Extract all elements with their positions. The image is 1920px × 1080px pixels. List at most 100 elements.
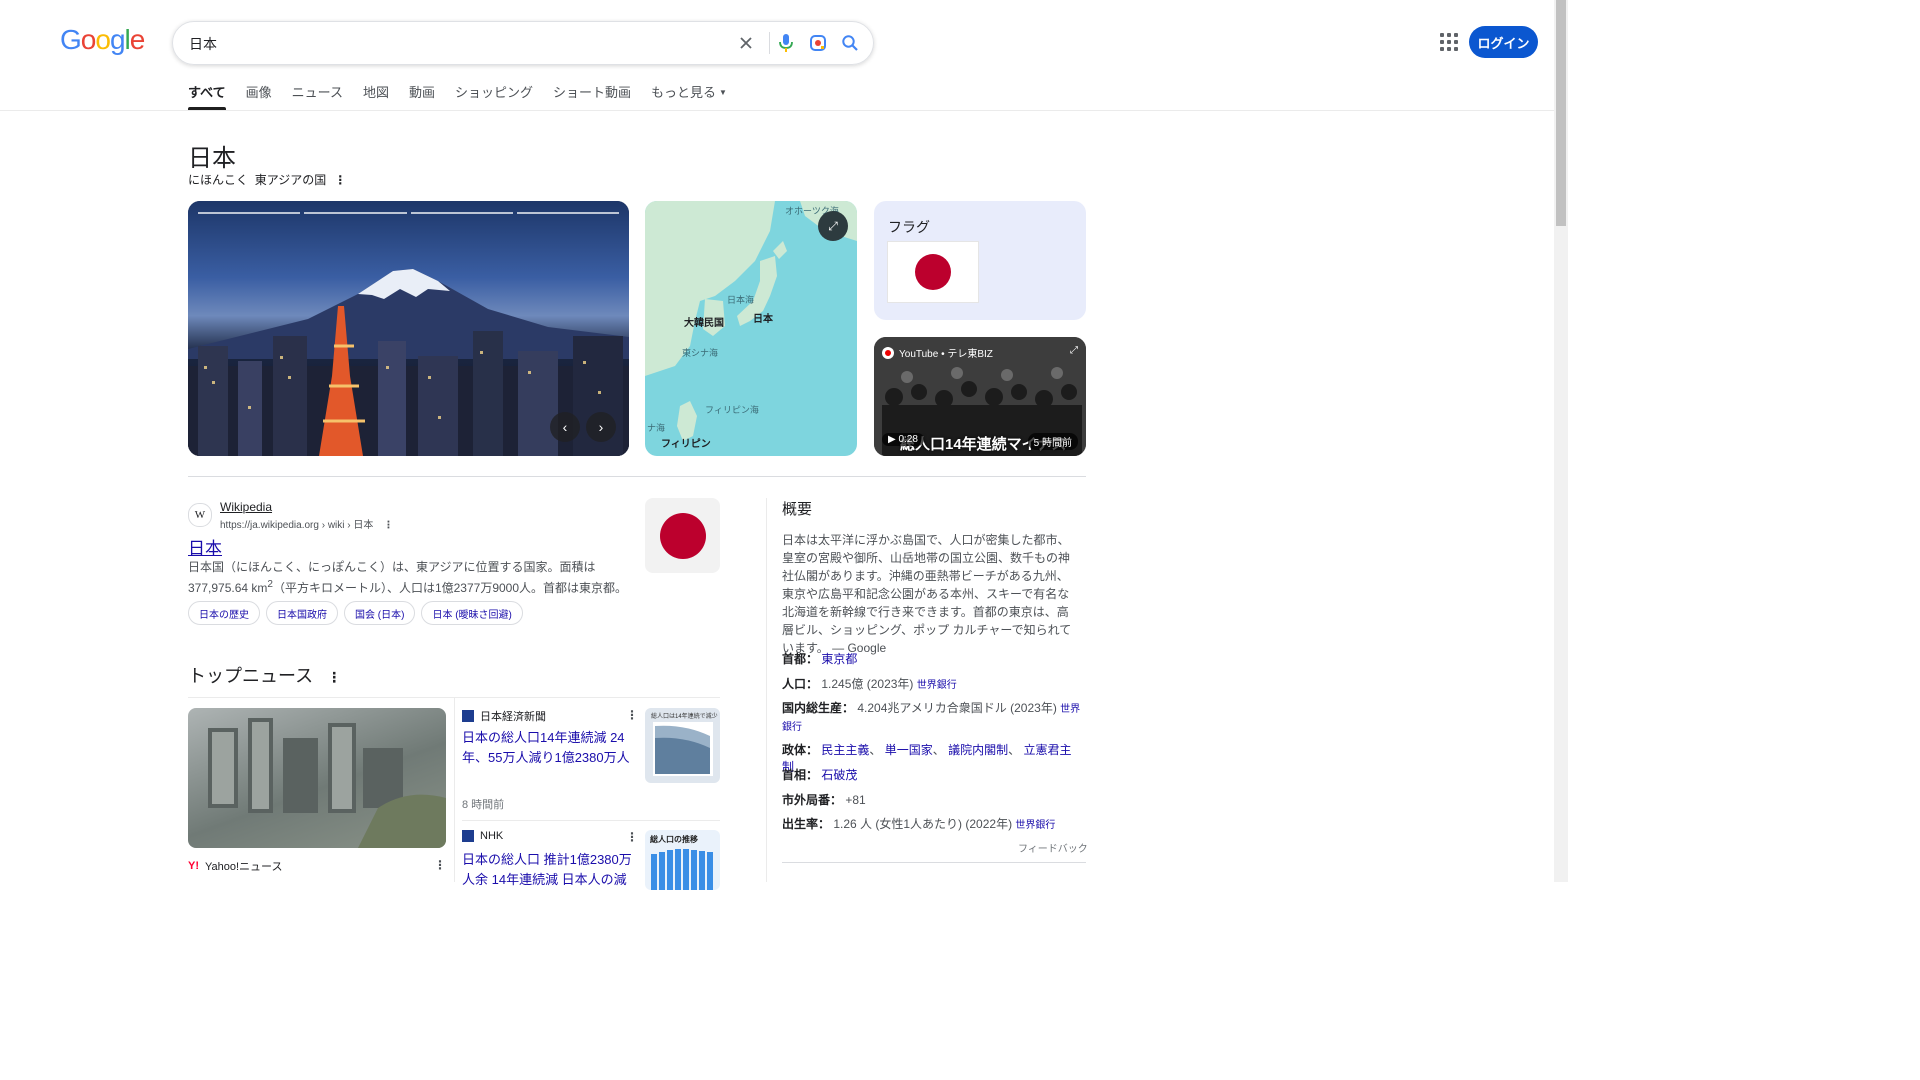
news-thumbnail[interactable]: 総人口の推移	[645, 830, 720, 890]
clear-icon[interactable]	[735, 32, 757, 54]
search-tabs: すべて 画像 ニュース 地図 動画 ショッピング ショート動画 もっと見る ▼	[188, 82, 747, 110]
thumb-chart-title: 総人口は14年連続で減少	[651, 714, 718, 720]
result-site-name[interactable]: Wikipedia	[220, 500, 272, 514]
news-title[interactable]: 日本の総人口 推計1億2380万人余 14年連続減 日本人の減	[462, 850, 634, 890]
map-label-japan: 日本	[753, 314, 773, 325]
kp-fact-link[interactable]: 単一国家	[885, 743, 933, 757]
result-url: https://ja.wikipedia.org › wiki › 日本 ⋮	[220, 516, 393, 531]
kp-fact-value: +81	[845, 793, 866, 807]
more-vert-icon[interactable]: ⋮	[383, 520, 393, 531]
kp-fact-capital: 首都： 東京都	[782, 651, 1082, 668]
kp-description: 日本は太平洋に浮かぶ島国で、人口が密集した都市、皇室の宮殿や御所、山岳地帯の国立…	[782, 533, 1072, 655]
flag-card-title: フラグ	[888, 219, 930, 235]
news-big-image[interactable]	[188, 708, 446, 848]
news-thumbnail[interactable]: 総人口は14年連続で減少	[645, 708, 720, 783]
search-box[interactable]: 日本	[172, 21, 874, 65]
kp-fact-link[interactable]: 石破茂	[821, 768, 857, 782]
kp-fact-source[interactable]: 世界銀行	[1015, 820, 1055, 831]
search-input[interactable]: 日本	[189, 34, 217, 54]
tab-news[interactable]: ニュース	[292, 82, 343, 108]
result-snippet: 日本国（にほんこく、にっぽんこく）は、東アジアに位置する国家。面積は 377,9…	[188, 558, 628, 597]
more-vert-icon[interactable]: ⋮	[327, 669, 341, 685]
entity-subtitle: にほんこく 東アジアの国 ⋮	[188, 171, 346, 188]
lens-icon[interactable]	[807, 32, 829, 54]
video-age: 5 時間前	[1027, 433, 1078, 450]
expand-icon[interactable]: ⤢	[1070, 345, 1078, 356]
flag-card[interactable]: フラグ	[874, 201, 1086, 320]
top-news-heading: トップニュース ⋮	[188, 662, 341, 688]
tab-images[interactable]: 画像	[246, 82, 272, 108]
result-url-text: https://ja.wikipedia.org › wiki › 日本	[220, 520, 374, 531]
mic-icon[interactable]	[775, 32, 797, 54]
chip-government[interactable]: 日本国政府	[266, 601, 338, 625]
chip-history[interactable]: 日本の歴史	[188, 601, 260, 625]
login-button[interactable]: ログイン	[1469, 26, 1538, 58]
tab-more-label: もっと見る	[651, 85, 717, 100]
chevron-left-icon[interactable]: ‹	[550, 412, 580, 442]
population-chart-thumb	[651, 849, 713, 890]
header: Google 日本 ログイン すべて 画像 ニュース 地図 動画 ショッピング …	[0, 0, 1554, 111]
feedback-link[interactable]: フィードバック	[1018, 840, 1088, 855]
kp-fact-birth-rate: 出生率： 1.26 人 (女性1人あたり) (2022年) 世界銀行	[782, 816, 1082, 834]
kp-fact-link[interactable]: 東京都	[821, 652, 857, 666]
entity-title: 日本	[188, 145, 236, 172]
divider	[188, 476, 1086, 477]
tab-shopping[interactable]: ショッピング	[455, 82, 533, 108]
more-vert-icon[interactable]: ⋮	[434, 858, 446, 872]
kp-fact-value: 4.204兆アメリカ合衆国ドル (2023年)	[857, 701, 1057, 715]
carousel-progress	[198, 212, 619, 214]
more-vert-icon[interactable]: ⋮	[334, 173, 346, 187]
map-label-south-china-sea: ナ海	[647, 423, 666, 433]
kp-fact-label: 政体：	[782, 743, 819, 757]
kp-fact-label: 首都：	[782, 652, 819, 666]
news-big-source-label: Yahoo!ニュース	[205, 861, 283, 873]
divider	[782, 862, 1086, 863]
kp-fact-link[interactable]: 民主主義	[821, 743, 869, 757]
tab-all[interactable]: すべて	[188, 82, 226, 110]
google-logo[interactable]: Google	[60, 24, 145, 56]
news-big-source: Y! Yahoo!ニュース	[188, 858, 283, 874]
snippet-line-2: （平方キロメートル）、人口は1億2377万9000人。首都は東京都。	[272, 581, 628, 595]
kp-fact-link[interactable]: 議院内閣制	[948, 743, 1008, 757]
tab-videos[interactable]: 動画	[409, 82, 435, 108]
video-source-label: YouTube • テレ東BIZ	[899, 349, 993, 360]
yahoo-icon: Y!	[188, 860, 199, 872]
map-label-japan-sea: 日本海	[727, 295, 755, 305]
result-thumbnail[interactable]	[645, 498, 720, 573]
japan-flag-image	[887, 241, 979, 303]
tab-short-videos[interactable]: ショート動画	[553, 82, 631, 108]
result-title[interactable]: 日本	[188, 534, 222, 559]
kp-fact-source[interactable]: 世界銀行	[917, 680, 957, 691]
caret-down-icon: ▼	[719, 88, 727, 97]
chip-disambiguation[interactable]: 日本 (曖昧さ回避)	[421, 601, 523, 625]
tab-maps[interactable]: 地図	[363, 82, 389, 108]
youtube-icon	[882, 346, 894, 359]
snippet-line-1: 日本国（にほんこく、にっぽんこく）は、東アジアに位置する国家。面積は	[188, 560, 596, 574]
entity-reading: にほんこく	[188, 173, 249, 187]
wikipedia-favicon: W	[188, 503, 212, 527]
news-title[interactable]: 日本の総人口14年連続減 24年、55万人減り1億2380万人	[462, 728, 632, 768]
apps-icon[interactable]	[1440, 33, 1458, 51]
news-source-label: 日本経済新聞	[480, 711, 546, 723]
nikkei-icon	[462, 710, 474, 722]
video-source: YouTube • テレ東BIZ	[882, 345, 993, 360]
map-label-philippines: フィリピン	[661, 439, 711, 450]
map-label-east-china-sea: 東シナ海	[682, 348, 719, 358]
tab-more[interactable]: もっと見る ▼	[651, 82, 727, 108]
kp-fact-pm: 首相： 石破茂	[782, 767, 1082, 784]
scrollbar-thumb[interactable]	[1556, 0, 1566, 226]
kp-fact-label: 出生率：	[782, 817, 831, 831]
kp-fact-gdp: 国内総生産： 4.204兆アメリカ合衆国ドル (2023年) 世界銀行	[782, 700, 1082, 736]
aerial-city-image	[208, 718, 446, 848]
kp-fact-population: 人口： 1.245億 (2023年) 世界銀行	[782, 676, 1082, 694]
search-icon[interactable]	[839, 32, 861, 54]
chip-diet[interactable]: 国会 (日本)	[344, 601, 416, 625]
more-vert-icon[interactable]: ⋮	[626, 708, 638, 722]
video-card[interactable]: YouTube • テレ東BIZ ⤢ 総人口14年連続マイナス ▶ 0:28 5…	[874, 337, 1086, 456]
entity-type: 東アジアの国	[254, 173, 327, 187]
snippet-area: 377,975.64 km	[188, 581, 268, 595]
kp-fact-calling-code: 市外局番： +81	[782, 792, 1082, 809]
expand-icon[interactable]: ⤢	[818, 211, 848, 241]
chevron-right-icon[interactable]: ›	[586, 412, 616, 442]
more-vert-icon[interactable]: ⋮	[626, 830, 638, 844]
